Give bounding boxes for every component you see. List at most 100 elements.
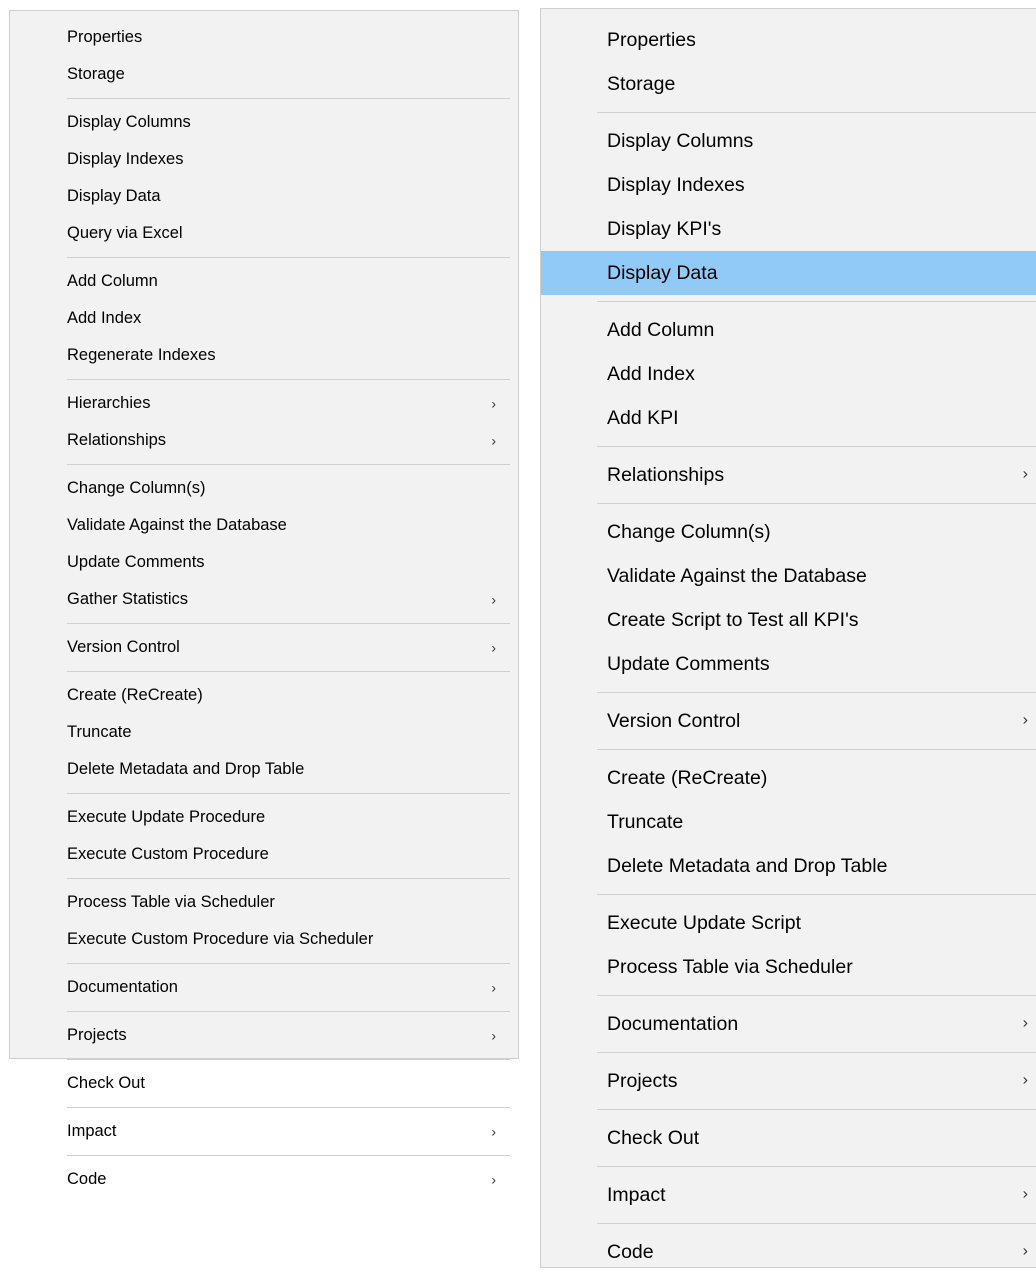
- chevron-right-icon: ›: [1022, 1014, 1028, 1032]
- menu-item-label: Code: [607, 1240, 654, 1263]
- menu-item-properties[interactable]: Properties: [541, 18, 1036, 62]
- menu-item-process-table-via-scheduler[interactable]: Process Table via Scheduler: [10, 884, 518, 921]
- menu-separator: [67, 623, 510, 624]
- menu-item-storage[interactable]: Storage: [10, 56, 518, 93]
- menu-item-label: Add Index: [67, 309, 142, 327]
- menu-item-add-index[interactable]: Add Index: [541, 352, 1036, 396]
- chevron-right-icon: ›: [1022, 465, 1028, 483]
- menu-separator: [67, 878, 510, 879]
- menu-item-execute-update-script[interactable]: Execute Update Script: [541, 901, 1036, 945]
- chevron-right-icon: ›: [1022, 1185, 1028, 1203]
- menu-item-query-via-excel[interactable]: Query via Excel: [10, 215, 518, 252]
- menu-item-add-index[interactable]: Add Index: [10, 300, 518, 337]
- menu-item-impact[interactable]: Impact ›: [10, 1113, 518, 1150]
- menu-separator: [597, 749, 1036, 750]
- menu-item-label: Truncate: [607, 810, 684, 833]
- menu-item-label: Execute Custom Procedure via Scheduler: [67, 930, 374, 948]
- menu-item-label: Display Indexes: [67, 150, 184, 168]
- menu-item-label: Check Out: [607, 1126, 700, 1149]
- menu-item-execute-custom-procedure-via-scheduler[interactable]: Execute Custom Procedure via Scheduler: [10, 921, 518, 958]
- chevron-right-icon: ›: [491, 979, 496, 996]
- menu-item-execute-update-procedure[interactable]: Execute Update Procedure: [10, 799, 518, 836]
- menu-separator: [597, 503, 1036, 504]
- menu-item-add-kpi[interactable]: Add KPI: [541, 396, 1036, 440]
- chevron-right-icon: ›: [491, 591, 496, 608]
- menu-separator: [67, 379, 510, 380]
- menu-item-version-control[interactable]: Version Control ›: [541, 699, 1036, 743]
- menu-separator: [67, 1059, 510, 1060]
- menu-item-create-script-to-test-all-kpi-s[interactable]: Create Script to Test all KPI's: [541, 598, 1036, 642]
- menu-item-truncate[interactable]: Truncate: [10, 714, 518, 751]
- menu-item-process-table-via-scheduler[interactable]: Process Table via Scheduler: [541, 945, 1036, 989]
- menu-item-label: Display Data: [607, 261, 718, 284]
- menu-item-label: Update Comments: [67, 553, 205, 571]
- chevron-right-icon: ›: [491, 1027, 496, 1044]
- menu-item-add-column[interactable]: Add Column: [10, 263, 518, 300]
- menu-item-label: Display Indexes: [607, 173, 745, 196]
- menu-item-label: Delete Metadata and Drop Table: [67, 760, 305, 778]
- menu-item-label: Create (ReCreate): [607, 766, 768, 789]
- menu-item-change-column-s[interactable]: Change Column(s): [541, 510, 1036, 554]
- menu-item-documentation[interactable]: Documentation ›: [541, 1002, 1036, 1046]
- menu-item-label: Relationships: [607, 463, 725, 486]
- menu-item-display-data[interactable]: Display Data: [10, 178, 518, 215]
- menu-item-check-out[interactable]: Check Out: [541, 1116, 1036, 1160]
- menu-item-relationships[interactable]: Relationships ›: [10, 422, 518, 459]
- chevron-right-icon: ›: [491, 1171, 496, 1188]
- menu-item-display-indexes[interactable]: Display Indexes: [541, 163, 1036, 207]
- menu-item-validate-against-the-database[interactable]: Validate Against the Database: [541, 554, 1036, 598]
- menu-item-display-columns[interactable]: Display Columns: [541, 119, 1036, 163]
- menu-item-execute-custom-procedure[interactable]: Execute Custom Procedure: [10, 836, 518, 873]
- menu-item-label: Change Column(s): [67, 479, 206, 497]
- menu-item-display-indexes[interactable]: Display Indexes: [10, 141, 518, 178]
- menu-item-relationships[interactable]: Relationships ›: [541, 453, 1036, 497]
- menu-separator: [67, 671, 510, 672]
- menu-item-regenerate-indexes[interactable]: Regenerate Indexes: [10, 337, 518, 374]
- menu-item-validate-against-the-database[interactable]: Validate Against the Database: [10, 507, 518, 544]
- menu-item-update-comments[interactable]: Update Comments: [541, 642, 1036, 686]
- menu-item-label: Display Columns: [67, 113, 191, 131]
- chevron-right-icon: ›: [491, 639, 496, 656]
- menu-separator: [597, 112, 1036, 113]
- menu-item-label: Process Table via Scheduler: [607, 955, 853, 978]
- menu-item-display-kpi-s[interactable]: Display KPI's: [541, 207, 1036, 251]
- menu-item-add-column[interactable]: Add Column: [541, 308, 1036, 352]
- menu-item-properties[interactable]: Properties: [10, 19, 518, 56]
- menu-item-version-control[interactable]: Version Control ›: [10, 629, 518, 666]
- menu-item-projects[interactable]: Projects ›: [10, 1017, 518, 1054]
- menu-item-label: Documentation: [67, 978, 178, 996]
- menu-item-create-recreate[interactable]: Create (ReCreate): [10, 677, 518, 714]
- menu-item-label: Create (ReCreate): [67, 686, 203, 704]
- menu-item-label: Add Index: [607, 362, 695, 385]
- menu-item-documentation[interactable]: Documentation ›: [10, 969, 518, 1006]
- menu-item-label: Add Column: [607, 318, 715, 341]
- menu-separator: [67, 98, 510, 99]
- menu-item-check-out[interactable]: Check Out: [10, 1065, 518, 1102]
- menu-separator: [597, 1166, 1036, 1167]
- menu-item-label: Impact: [607, 1183, 666, 1206]
- menu-item-storage[interactable]: Storage: [541, 62, 1036, 106]
- menu-item-change-column-s[interactable]: Change Column(s): [10, 470, 518, 507]
- menu-item-impact[interactable]: Impact ›: [541, 1173, 1036, 1217]
- menu-item-gather-statistics[interactable]: Gather Statistics ›: [10, 581, 518, 618]
- menu-item-delete-metadata-and-drop-table[interactable]: Delete Metadata and Drop Table: [541, 844, 1036, 888]
- context-menu-left: Properties Storage Display Columns Display …: [9, 10, 519, 1188]
- menu-item-label: Regenerate Indexes: [67, 346, 216, 364]
- menu-item-code[interactable]: Code ›: [541, 1230, 1036, 1274]
- menu-item-hierarchies[interactable]: Hierarchies ›: [10, 385, 518, 422]
- menu-item-label: Change Column(s): [607, 520, 771, 543]
- menu-item-truncate[interactable]: Truncate: [541, 800, 1036, 844]
- chevron-right-icon: ›: [1022, 1071, 1028, 1089]
- menu-item-display-columns[interactable]: Display Columns: [10, 104, 518, 141]
- menu-item-projects[interactable]: Projects ›: [541, 1059, 1036, 1103]
- chevron-right-icon: ›: [1022, 711, 1028, 729]
- menu-item-display-data[interactable]: Display Data: [541, 251, 1036, 295]
- menu-item-create-recreate[interactable]: Create (ReCreate): [541, 756, 1036, 800]
- menu-item-label: Storage: [607, 72, 676, 95]
- menu-item-label: Relationships: [67, 431, 167, 449]
- menu-item-code[interactable]: Code ›: [10, 1161, 518, 1198]
- menu-item-delete-metadata-and-drop-table[interactable]: Delete Metadata and Drop Table: [10, 751, 518, 788]
- menu-item-update-comments[interactable]: Update Comments: [10, 544, 518, 581]
- menu-item-label: Display Data: [67, 187, 161, 205]
- menu-item-label: Truncate: [67, 723, 132, 741]
